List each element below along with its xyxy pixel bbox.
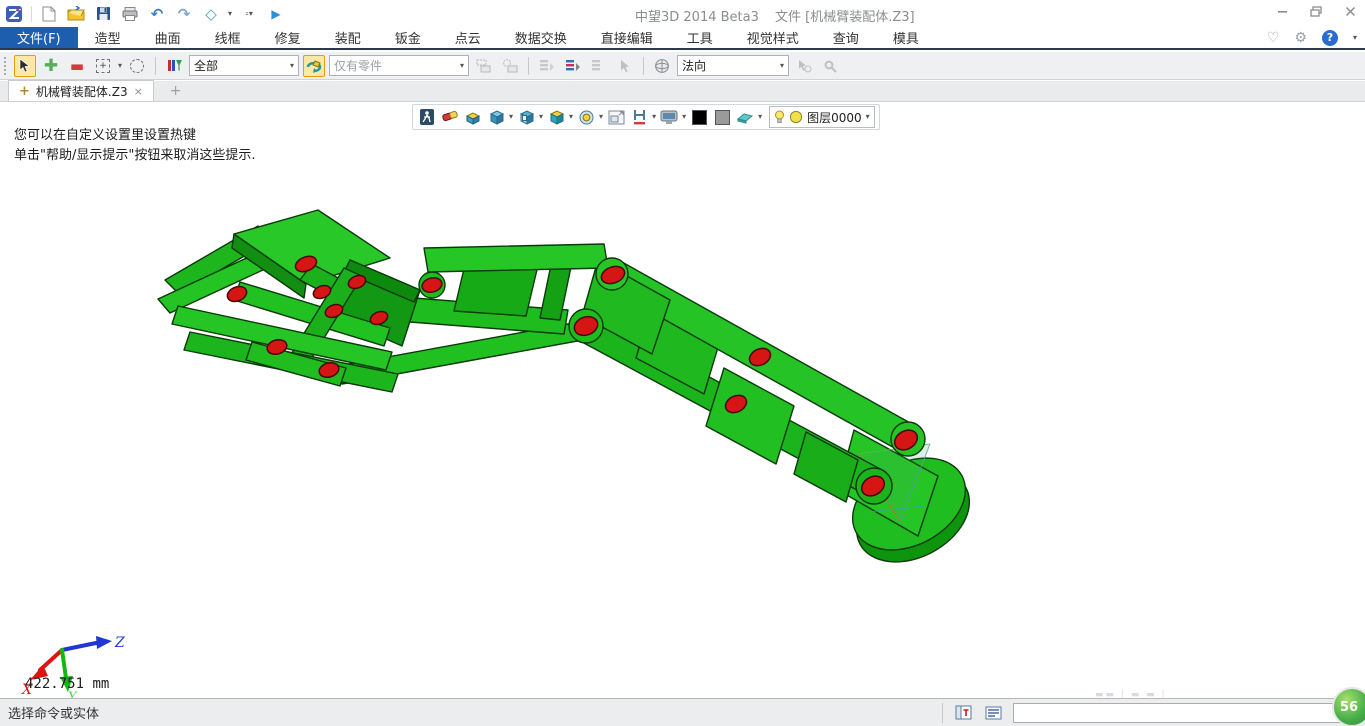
tab-assembly[interactable]: 装配 xyxy=(318,27,378,48)
app-title: 中望3D 2014 Beta3 xyxy=(635,6,759,25)
selection-filter-icon[interactable] xyxy=(163,55,185,77)
lasso-select-icon[interactable] xyxy=(126,55,148,77)
model-panel-3 xyxy=(794,432,858,502)
rotate-entity-icon[interactable] xyxy=(303,55,325,77)
selection-toolbar: ✚ ▬ + ▾ 全部▾ 仅有零件▾ xyxy=(0,52,1365,80)
new-file-icon[interactable] xyxy=(39,4,59,24)
toolbar-separator xyxy=(155,57,156,75)
output-list-icon[interactable] xyxy=(983,703,1003,723)
document-tab-bar: + 机械臂装配体.Z3 × + xyxy=(0,81,1365,102)
save-file-icon[interactable] xyxy=(93,4,113,24)
stack-filter-b-icon[interactable] xyxy=(562,55,584,77)
scale-readout: 422.751 mm xyxy=(25,676,109,692)
restore-button[interactable] xyxy=(1307,4,1325,18)
status-bar: 选择命令或实体 xyxy=(0,698,1365,726)
inquire-gear-icon[interactable] xyxy=(819,55,841,77)
help-caret-icon[interactable]: ▾ xyxy=(1353,34,1357,42)
model-mid-upper-link xyxy=(424,244,608,272)
toolbar-drag-handle[interactable] xyxy=(4,57,8,75)
document-tab-label: 机械臂装配体.Z3 xyxy=(36,83,128,100)
status-right-controls xyxy=(942,703,1361,723)
command-window-icon[interactable] xyxy=(953,703,973,723)
watermark-badge: 56 xyxy=(1332,687,1365,726)
tab-mold[interactable]: 模具 xyxy=(876,27,936,48)
tab-shape[interactable]: 造型 xyxy=(78,27,138,48)
document-tab-active[interactable]: + 机械臂装配体.Z3 × xyxy=(8,80,154,101)
start-icon[interactable]: ▶ xyxy=(266,4,286,24)
sphere-orient-icon[interactable] xyxy=(651,55,673,77)
stack-filter-c-icon[interactable] xyxy=(588,55,610,77)
toolbar-separator xyxy=(643,57,644,75)
status-separator xyxy=(942,703,943,723)
tab-file[interactable]: 文件(F) xyxy=(0,27,78,48)
graphics-viewport[interactable]: ▾ ▾ ▾ ▾ ▾ ▾ xyxy=(0,102,1365,698)
open-file-icon[interactable] xyxy=(66,4,86,24)
axis-label-z: Z xyxy=(114,635,125,651)
box-select-icon[interactable]: + xyxy=(92,55,114,77)
stack-filter-a-icon[interactable] xyxy=(536,55,558,77)
print-icon[interactable] xyxy=(120,4,140,24)
tab-tools[interactable]: 工具 xyxy=(670,27,730,48)
model-robot-arm-assembly[interactable] xyxy=(0,102,1365,698)
title-bar: ↶ ↷ ◇ ▾ ꞊▾ ▶ 中望3D 2014 Beta3 文件 [机械臂装配体.… xyxy=(0,0,1365,27)
tab-inquire[interactable]: 查询 xyxy=(816,27,876,48)
sheet-a-icon[interactable] xyxy=(473,55,495,77)
sheet-b-icon[interactable] xyxy=(499,55,521,77)
ribbon-right-icons: ♡ ⚙ ? ▾ xyxy=(1267,27,1357,48)
pick-arrow-icon[interactable] xyxy=(14,55,36,77)
pick-cursor-icon[interactable] xyxy=(614,55,636,77)
app-logo-icon[interactable] xyxy=(4,4,24,24)
toolbar-separator xyxy=(528,57,529,75)
help-icon[interactable]: ? xyxy=(1322,30,1338,46)
scope-combobox[interactable]: 仅有零件▾ xyxy=(329,55,469,76)
tab-surface[interactable]: 曲面 xyxy=(138,27,198,48)
tab-pointcloud[interactable]: 点云 xyxy=(438,27,498,48)
tab-sheetmetal[interactable]: 钣金 xyxy=(378,27,438,48)
qat-separator xyxy=(31,6,32,22)
watermark: ▬▬ | ▬ ▬ | xyxy=(1095,690,1167,700)
zw3d-window: ↶ ↷ ◇ ▾ ꞊▾ ▶ 中望3D 2014 Beta3 文件 [机械臂装配体.… xyxy=(0,0,1365,726)
tab-wireframe[interactable]: 线框 xyxy=(198,27,258,48)
box-select-caret-icon[interactable]: ▾ xyxy=(118,62,122,70)
redo-icon[interactable]: ↷ xyxy=(174,4,194,24)
ribbon-tab-bar: 文件(F) 造型 曲面 线框 修复 装配 钣金 点云 数据交换 直接编辑 工具 … xyxy=(0,27,1365,50)
normal-combobox[interactable]: 法向▾ xyxy=(677,55,789,76)
command-input[interactable] xyxy=(1013,703,1361,723)
add-select-icon[interactable]: ✚ xyxy=(40,55,62,77)
new-document-tab-button[interactable]: + xyxy=(170,83,182,101)
window-controls xyxy=(1273,4,1359,18)
tab-pin-icon[interactable]: + xyxy=(19,84,30,99)
view-standard-icon[interactable]: ◇ xyxy=(201,4,221,24)
view-standard-caret-icon[interactable]: ▾ xyxy=(228,10,232,18)
tab-close-icon[interactable]: × xyxy=(134,85,143,98)
document-title: 文件 [机械臂装配体.Z3] xyxy=(775,6,915,25)
undo-icon[interactable]: ↶ xyxy=(147,4,167,24)
tab-visual-style[interactable]: 视觉样式 xyxy=(730,27,816,48)
minimize-button[interactable] xyxy=(1273,4,1291,18)
remove-select-icon[interactable]: ▬ xyxy=(66,55,88,77)
favorite-heart-icon[interactable]: ♡ xyxy=(1267,30,1280,46)
settings-gear-icon[interactable]: ⚙ xyxy=(1294,30,1307,46)
close-button[interactable] xyxy=(1341,4,1359,18)
tab-data-exchange[interactable]: 数据交换 xyxy=(498,27,584,48)
pick-from-list-icon[interactable] xyxy=(793,55,815,77)
customize-quick-access-icon[interactable]: ꞊▾ xyxy=(239,4,259,24)
filter-combobox[interactable]: 全部▾ xyxy=(189,55,299,76)
status-message: 选择命令或实体 xyxy=(8,703,99,722)
tab-repair[interactable]: 修复 xyxy=(258,27,318,48)
tab-direct-edit[interactable]: 直接编辑 xyxy=(584,27,670,48)
quick-access-toolbar: ↶ ↷ ◇ ▾ ꞊▾ ▶ xyxy=(4,2,286,25)
